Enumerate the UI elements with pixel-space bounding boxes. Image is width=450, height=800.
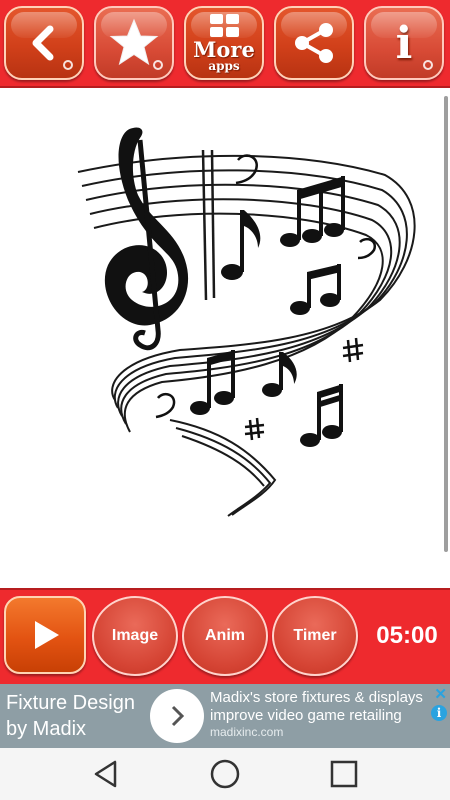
more-apps-button[interactable]: More apps bbox=[184, 6, 264, 80]
nav-back-icon bbox=[94, 760, 117, 788]
ad-close-icon[interactable]: ✕ bbox=[434, 685, 447, 703]
ad-url: madixinc.com bbox=[210, 725, 284, 739]
ad-headline: Fixture Design by Madix bbox=[6, 692, 135, 740]
ad-info-icon[interactable]: i bbox=[431, 705, 447, 721]
nav-recents-icon bbox=[330, 760, 358, 788]
share-button[interactable] bbox=[274, 6, 354, 80]
system-nav-bar bbox=[0, 748, 450, 800]
top-toolbar: More apps i bbox=[0, 0, 450, 88]
timer-button[interactable]: Timer bbox=[272, 596, 358, 676]
nav-home-icon bbox=[210, 759, 240, 789]
back-button[interactable] bbox=[4, 6, 84, 80]
anim-button[interactable]: Anim bbox=[182, 596, 268, 676]
nav-recents-button[interactable] bbox=[324, 756, 364, 792]
image-button[interactable]: Image bbox=[92, 596, 178, 676]
timer-button-label: Timer bbox=[293, 627, 337, 644]
info-button[interactable]: i bbox=[364, 6, 444, 80]
play-button[interactable] bbox=[4, 596, 86, 674]
timer-display: 05:00 bbox=[376, 622, 438, 649]
chevron-right-icon bbox=[171, 705, 185, 727]
ad-title: Madix's store fixtures & displays improv… bbox=[210, 689, 423, 724]
more-label: More bbox=[193, 37, 255, 62]
ad-open-button[interactable] bbox=[150, 689, 204, 743]
nav-home-button[interactable] bbox=[205, 756, 245, 792]
image-button-label: Image bbox=[111, 627, 159, 644]
ad-banner[interactable]: Fixture Design by Madix Madix's store fi… bbox=[0, 684, 450, 748]
scrollbar[interactable] bbox=[444, 96, 448, 552]
play-icon bbox=[35, 621, 59, 649]
nav-back-button[interactable] bbox=[86, 756, 126, 792]
rate-button[interactable] bbox=[94, 6, 174, 80]
music-notes-illustration bbox=[77, 127, 416, 517]
image-canvas[interactable] bbox=[0, 88, 450, 588]
anim-button-label: Anim bbox=[205, 627, 245, 644]
